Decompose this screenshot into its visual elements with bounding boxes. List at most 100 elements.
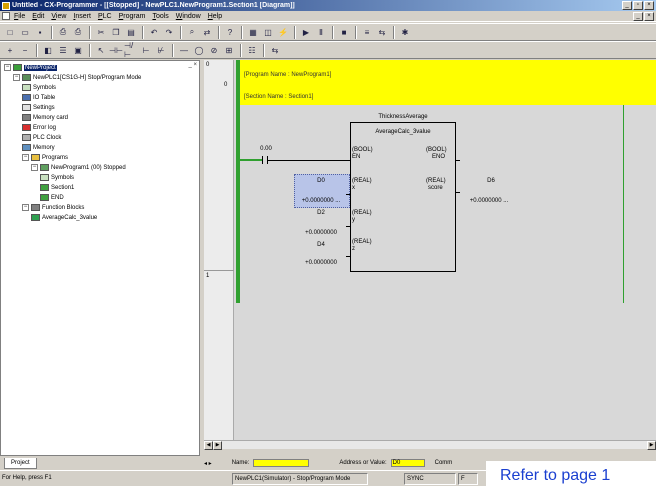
tree-item[interactable]: Section1 [40, 183, 74, 192]
coil-icon[interactable]: ◯ [192, 44, 206, 57]
paste-icon[interactable]: ▤ [124, 26, 138, 39]
contact-nc-icon[interactable]: ⊣/⊢ [124, 42, 138, 58]
memory-icon [22, 144, 31, 151]
collapse-icon[interactable]: − [22, 154, 29, 161]
debug-icon[interactable]: ✱ [398, 26, 412, 39]
or-no-icon[interactable]: ⊢ [139, 44, 153, 57]
transfer-icon[interactable]: ⇆ [375, 26, 389, 39]
minimize-button[interactable]: _ [622, 1, 632, 10]
pause-icon[interactable]: Ⅱ [314, 26, 328, 39]
pane-close-icon[interactable]: _ × [188, 62, 197, 68]
menu-file[interactable]: File [14, 13, 25, 20]
tree-item[interactable]: Memory card [22, 113, 68, 122]
tree-item[interactable]: Symbols [22, 83, 56, 92]
ladder-diagram[interactable]: 0 0 1 [Program Name : NewProgram1] [Sect… [204, 60, 656, 440]
collapse-icon[interactable]: − [31, 164, 38, 171]
operand-value[interactable]: +0.0000000 [292, 230, 350, 236]
operand-address[interactable]: D2 [296, 210, 346, 216]
operand-value[interactable]: +0.0000000 [292, 260, 350, 266]
menu-bar: File Edit View Insert PLC Program Tools … [0, 11, 656, 22]
watch-icon[interactable]: ▣ [71, 44, 85, 57]
scroll-right-icon[interactable]: ▶ [213, 441, 222, 450]
contact-address[interactable]: 0.00 [256, 146, 276, 152]
view-icon[interactable]: ◧ [41, 44, 55, 57]
app-icon[interactable] [2, 1, 10, 10]
list-icon[interactable]: ☰ [56, 44, 70, 57]
print-icon[interactable]: ⎙ [71, 26, 85, 39]
save-icon[interactable]: ▪ [33, 26, 47, 39]
transfer-icon[interactable]: ⇆ [268, 44, 282, 57]
diagram-horizontal-scrollbar[interactable]: ◀ ▶ ▶ [204, 440, 656, 450]
or-nc-icon[interactable]: ⊬ [154, 44, 168, 57]
help-icon[interactable]: ? [223, 26, 237, 39]
doc-minimize-button[interactable]: _ [633, 12, 643, 21]
collapse-icon[interactable]: − [22, 204, 29, 211]
operand-address[interactable]: D0 [296, 178, 346, 184]
tree-item[interactable]: − NewProgram1 (00) Stopped [31, 163, 126, 172]
print-preview-icon[interactable]: ⎙ [56, 26, 70, 39]
network-icon[interactable]: ☷ [245, 44, 259, 57]
menu-plc[interactable]: PLC [98, 13, 112, 20]
copy-icon[interactable]: ❐ [109, 26, 123, 39]
contact-no-icon[interactable]: ⊣⊢ [109, 44, 123, 57]
operand-address[interactable]: D4 [296, 242, 346, 248]
online-icon[interactable]: ⚡ [276, 26, 290, 39]
zoom-in-icon[interactable]: + [3, 44, 17, 57]
output-operand-value[interactable]: +0.0000000 ... [460, 198, 518, 204]
doc-close-button[interactable]: × [644, 12, 654, 21]
coil-nc-icon[interactable]: ⊘ [207, 44, 221, 57]
operand-value[interactable]: +0.0000000 ... [292, 198, 350, 204]
menu-tools[interactable]: Tools [152, 13, 168, 20]
grid-icon[interactable]: ▦ [246, 26, 260, 39]
project-tab[interactable]: Project [4, 458, 37, 469]
instruction-icon[interactable]: ⊞ [222, 44, 236, 57]
menu-window[interactable]: Window [176, 13, 201, 20]
run-icon[interactable]: ▶ [299, 26, 313, 39]
redo-icon[interactable]: ↷ [162, 26, 176, 39]
line-icon[interactable]: — [177, 44, 191, 57]
tree-item[interactable]: END [40, 193, 64, 202]
tree-item[interactable]: Error log [22, 123, 56, 132]
collapse-icon[interactable]: − [4, 64, 11, 71]
tree-item[interactable]: − NewPLC1[CS1G-H] Stop/Program Mode [13, 73, 141, 82]
tree-item[interactable]: − NewProject [4, 63, 57, 72]
menu-help[interactable]: Help [208, 13, 222, 20]
zoom-out-icon[interactable]: − [18, 44, 32, 57]
stop-icon[interactable]: ■ [337, 26, 351, 39]
output-operand-address[interactable]: D6 [476, 178, 506, 184]
tree-item[interactable]: − Function Blocks [22, 203, 84, 212]
cut-icon[interactable]: ✂ [94, 26, 108, 39]
replace-icon[interactable]: ⇄ [200, 26, 214, 39]
menu-insert[interactable]: Insert [73, 13, 91, 20]
scroll-left-icon[interactable]: ◀ [204, 441, 213, 450]
menu-edit[interactable]: Edit [32, 13, 44, 20]
pointer-icon[interactable]: ↖ [94, 44, 108, 57]
fb-instance-name[interactable]: ThicknessAverage [350, 114, 456, 120]
menu-view[interactable]: View [51, 13, 66, 20]
maximize-button[interactable]: ▫ [633, 1, 643, 10]
open-icon[interactable]: ▭ [18, 26, 32, 39]
compare-icon[interactable]: ≡ [360, 26, 374, 39]
tree-item[interactable]: AverageCalc_3value [31, 213, 97, 222]
project-workspace[interactable]: _ × − NewProject − NewPLC1[CS1G-H] Stop/Pro… [0, 60, 200, 456]
function-block[interactable] [350, 122, 456, 272]
document-icon[interactable] [2, 12, 10, 20]
nav-arrows-icon[interactable]: ◂ ▸ [204, 460, 212, 467]
scroll-end-icon[interactable]: ▶ [647, 441, 656, 450]
tree-item[interactable]: Symbols [40, 173, 74, 182]
close-button[interactable]: × [644, 1, 654, 10]
tree-item[interactable]: IO Table [22, 93, 55, 102]
undo-icon[interactable]: ↶ [147, 26, 161, 39]
programs-icon [31, 154, 40, 161]
find-icon[interactable]: ⌕ [185, 26, 199, 39]
new-icon[interactable]: □ [3, 26, 17, 39]
menu-program[interactable]: Program [119, 13, 146, 20]
address-input[interactable]: D0 [390, 459, 425, 467]
name-input[interactable] [253, 459, 310, 467]
collapse-icon[interactable]: − [13, 74, 20, 81]
tree-item[interactable]: Memory [22, 143, 55, 152]
tree-item[interactable]: Settings [22, 103, 55, 112]
monitor-icon[interactable]: ◫ [261, 26, 275, 39]
tree-item[interactable]: PLC Clock [22, 133, 61, 142]
tree-item[interactable]: − Programs [22, 153, 68, 162]
